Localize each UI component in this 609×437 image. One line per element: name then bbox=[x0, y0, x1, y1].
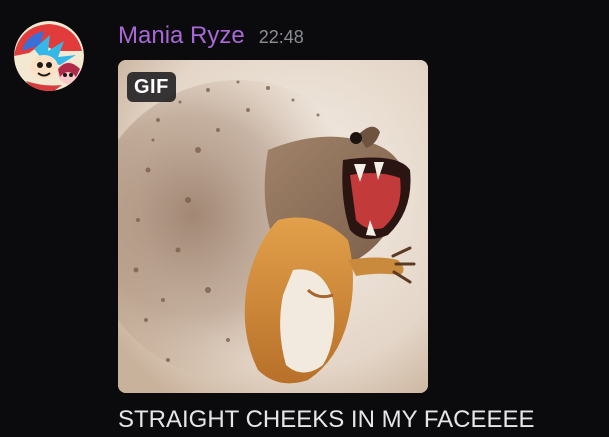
gif-attachment[interactable]: GIF bbox=[118, 60, 428, 393]
chat-message: Mania Ryze 22:48 GIF STRAIGHT CHEEKS IN … bbox=[0, 0, 609, 437]
message-text: STRAIGHT CHEEKS IN MY FACEEEE bbox=[118, 406, 535, 433]
gif-badge: GIF bbox=[127, 72, 176, 102]
username[interactable]: Mania Ryze bbox=[118, 22, 245, 50]
timestamp: 22:48 bbox=[258, 27, 304, 47]
user-avatar[interactable] bbox=[14, 21, 84, 91]
message-header: Mania Ryze 22:48 bbox=[118, 22, 304, 56]
avatar-cartoon-icon bbox=[14, 21, 84, 91]
gif-squirrel-image bbox=[118, 60, 428, 393]
